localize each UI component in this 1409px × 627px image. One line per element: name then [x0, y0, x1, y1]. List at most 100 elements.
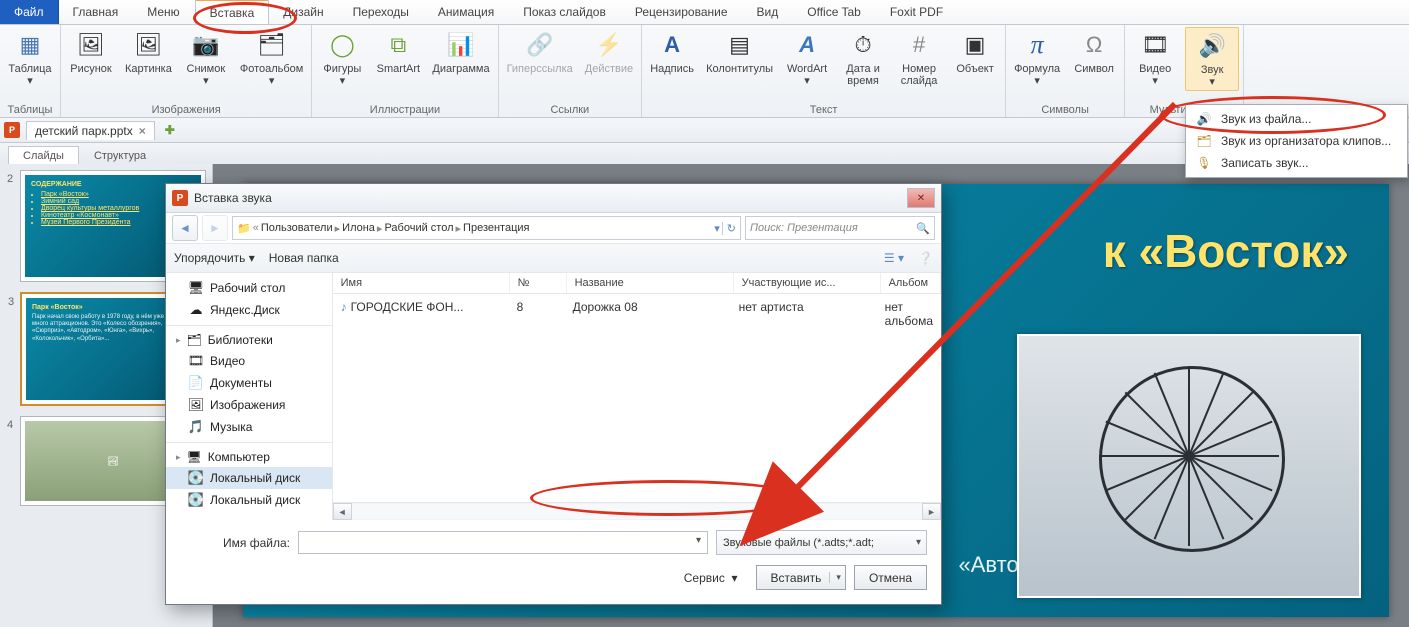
- tab-animation[interactable]: Анимация: [424, 0, 509, 24]
- symbol-button[interactable]: ΩСимвол: [1068, 27, 1120, 77]
- wordart-button[interactable]: AWordArt ▾: [781, 27, 833, 89]
- smartart-button[interactable]: ⧉SmartArt: [372, 27, 424, 77]
- ferris-wheel-icon: [1089, 366, 1289, 566]
- nav-forward-button[interactable]: ►: [202, 215, 228, 241]
- scroll-track[interactable]: [352, 504, 922, 519]
- audio-button[interactable]: 🔊Звук ▾: [1185, 27, 1239, 91]
- nav-back-button[interactable]: ◄: [172, 215, 198, 241]
- help-icon[interactable]: ❔: [918, 251, 933, 265]
- tab-design[interactable]: Дизайн: [269, 0, 338, 24]
- video-button[interactable]: 🎞Видео ▾: [1129, 27, 1181, 89]
- filter-label: Звуковые файлы (*.adts;*.adt;: [723, 537, 874, 549]
- chevron-down-icon[interactable]: ▾: [714, 222, 720, 235]
- tab-menu[interactable]: Меню: [133, 0, 194, 24]
- menu-item-record-sound[interactable]: 🎙Записать звук...: [1189, 152, 1404, 174]
- search-icon: 🔍: [916, 222, 930, 235]
- file-row[interactable]: ♪ГОРОДСКИЕ ФОН... 8 Дорожка 08 нет артис…: [333, 294, 941, 334]
- scroll-right-icon[interactable]: ►: [922, 503, 941, 520]
- dialog-footer: Имя файла: ▾ Звуковые файлы (*.adts;*.ad…: [166, 520, 941, 604]
- view-tab-outline[interactable]: Структура: [79, 146, 161, 165]
- organize-button[interactable]: Упорядочить ▾: [174, 251, 255, 265]
- tab-transitions[interactable]: Переходы: [339, 0, 424, 24]
- col-album[interactable]: Альбом: [881, 273, 941, 293]
- col-num[interactable]: №: [510, 273, 567, 293]
- file-filter-combo[interactable]: Звуковые файлы (*.adts;*.adt;: [716, 530, 927, 555]
- sidebar-head-libraries[interactable]: ▸🗂Библиотеки: [166, 330, 332, 350]
- dialog-sidebar[interactable]: 🖥Рабочий стол ☁Яндекс.Диск ▸🗂Библиотеки …: [166, 273, 333, 520]
- tab-officetab[interactable]: Office Tab: [793, 0, 876, 24]
- insert-sound-dialog: P Вставка звука ✕ ◄ ► 📁 « Пользователи▸ …: [165, 183, 942, 605]
- sidebar-item-documents[interactable]: 📄Документы: [166, 372, 332, 394]
- sidebar-item-music[interactable]: 🎵Музыка: [166, 416, 332, 438]
- tab-home[interactable]: Главная: [59, 0, 134, 24]
- sidebar-item-video[interactable]: 🎞Видео: [166, 350, 332, 372]
- tab-slideshow[interactable]: Показ слайдов: [509, 0, 621, 24]
- ribbon-group-symbols: πФормула ▾ ΩСимвол Символы: [1006, 25, 1125, 117]
- sidebar-item-localdisk[interactable]: 💽Локальный диск: [166, 489, 332, 511]
- sidebar-head-computer[interactable]: ▸🖥Компьютер: [166, 447, 332, 467]
- computer-icon: 🖥: [187, 450, 202, 464]
- document-tab[interactable]: детский парк.pptx ×: [26, 121, 155, 140]
- menu-item-sound-from-organizer[interactable]: 🗂Звук из организатора клипов...: [1189, 130, 1404, 152]
- tab-foxit[interactable]: Foxit PDF: [876, 0, 958, 24]
- chevron-down-icon[interactable]: ▾: [829, 572, 841, 583]
- screenshot-button[interactable]: 📷Снимок ▾: [180, 27, 232, 89]
- mic-icon: 🎙: [1195, 156, 1213, 170]
- sidebar-item-yandexdisk[interactable]: ☁Яндекс.Диск: [166, 299, 332, 321]
- audio-file-icon: ♪: [341, 300, 347, 314]
- datetime-button[interactable]: ⏱Дата и время: [837, 27, 889, 89]
- action-button[interactable]: ⚡Действие: [581, 27, 637, 77]
- tab-insert[interactable]: Вставка: [195, 0, 270, 24]
- cloud-icon: ☁: [188, 302, 204, 318]
- equation-button[interactable]: πФормула ▾: [1010, 27, 1064, 89]
- hyperlink-button[interactable]: 🔗Гиперссылка: [503, 27, 577, 77]
- sidebar-item-desktop[interactable]: 🖥Рабочий стол: [166, 277, 332, 299]
- close-document-icon[interactable]: ×: [139, 124, 146, 138]
- new-folder-button[interactable]: Новая папка: [269, 251, 339, 265]
- clipart-button[interactable]: 🖼Картинка: [121, 27, 176, 77]
- chevron-down-icon[interactable]: ▾: [696, 535, 701, 546]
- view-options-icon[interactable]: ☰ ▾: [884, 251, 904, 265]
- object-icon: ▣: [959, 29, 991, 61]
- cancel-button[interactable]: Отмена: [854, 565, 927, 590]
- dialog-titlebar[interactable]: P Вставка звука ✕: [166, 184, 941, 213]
- menu-item-sound-from-file[interactable]: 🔊Звук из файла...: [1189, 108, 1404, 130]
- file-tab[interactable]: Файл: [0, 0, 59, 24]
- headerfooter-button[interactable]: ▤Колонтитулы: [702, 27, 777, 77]
- object-button[interactable]: ▣Объект: [949, 27, 1001, 77]
- document-name: детский парк.pptx: [35, 124, 133, 138]
- shapes-button[interactable]: ◯Фигуры ▾: [316, 27, 368, 89]
- col-title[interactable]: Название: [567, 273, 734, 293]
- new-tab-button[interactable]: ✚: [161, 123, 179, 137]
- sidebar-item-localdisk[interactable]: 💽Локальный диск: [166, 467, 332, 489]
- crumb[interactable]: Рабочий стол: [384, 222, 453, 234]
- filename-input[interactable]: ▾: [298, 531, 708, 554]
- refresh-icon[interactable]: ↻: [722, 222, 736, 235]
- headerfooter-icon: ▤: [724, 29, 756, 61]
- insert-button[interactable]: Вставить▾: [756, 565, 846, 590]
- textbox-button[interactable]: AНадпись: [646, 27, 698, 77]
- dialog-search-input[interactable]: Поиск: Презентация 🔍: [745, 216, 935, 240]
- sidebar-item-images[interactable]: 🖼Изображения: [166, 394, 332, 416]
- col-name[interactable]: Имя: [333, 273, 510, 293]
- scroll-left-icon[interactable]: ◄: [333, 503, 352, 520]
- view-tab-slides[interactable]: Слайды: [8, 146, 79, 165]
- slidenum-button[interactable]: #Номер слайда: [893, 27, 945, 89]
- menu-bar: Файл Главная Меню Вставка Дизайн Переход…: [0, 0, 1409, 25]
- breadcrumb-bar[interactable]: 📁 « Пользователи▸ Илона▸ Рабочий стол▸ П…: [232, 216, 741, 240]
- table-button[interactable]: ▦Таблица ▾: [4, 27, 56, 89]
- tools-button[interactable]: Сервис ▾: [684, 571, 738, 585]
- crumb[interactable]: Илона: [342, 222, 375, 234]
- photoalbum-button[interactable]: 🗂Фотоальбом ▾: [236, 27, 308, 89]
- tab-view[interactable]: Вид: [743, 0, 794, 24]
- crumb[interactable]: Пользователи: [261, 222, 333, 234]
- horizontal-scrollbar[interactable]: ◄ ►: [333, 502, 941, 520]
- chart-button[interactable]: 📊Диаграмма: [428, 27, 493, 77]
- file-list-header[interactable]: Имя № Название Участвующие ис... Альбом: [333, 273, 941, 294]
- col-artist[interactable]: Участвующие ис...: [734, 273, 881, 293]
- tab-review[interactable]: Рецензирование: [621, 0, 743, 24]
- picture-button[interactable]: 🖼Рисунок: [65, 27, 117, 77]
- crumb[interactable]: Презентация: [463, 222, 529, 234]
- dialog-close-button[interactable]: ✕: [907, 188, 935, 208]
- file-list[interactable]: Имя № Название Участвующие ис... Альбом …: [333, 273, 941, 520]
